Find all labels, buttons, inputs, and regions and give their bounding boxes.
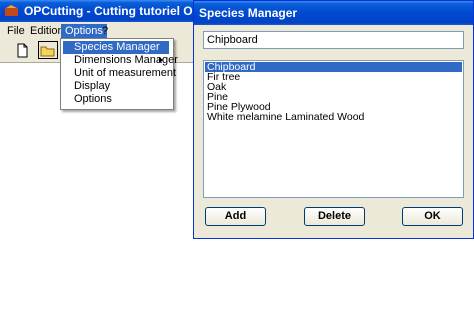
- ok-button[interactable]: OK: [402, 207, 463, 226]
- menu-help[interactable]: ?: [98, 24, 112, 38]
- options-dropdown-menu: Species Manager Dimensions Manager Unit …: [60, 38, 178, 110]
- add-button[interactable]: Add: [205, 207, 266, 226]
- menu-item-label: Display: [74, 80, 111, 92]
- new-file-button[interactable]: [12, 41, 32, 59]
- menu-item-options[interactable]: Options: [63, 93, 169, 106]
- main-title-bar[interactable]: OPCutting - Cutting tutoriel OPCutt: [0, 0, 200, 22]
- menu-item-dimensions-manager[interactable]: Dimensions Manager: [63, 54, 178, 67]
- menu-item-species-manager[interactable]: Species Manager: [63, 41, 169, 54]
- species-manager-dialog: Species Manager Chipboard Fir tree Oak P…: [193, 0, 474, 239]
- main-window-title: OPCutting - Cutting tutoriel OPCutt: [24, 4, 200, 18]
- app-icon: [5, 5, 18, 16]
- species-list-item[interactable]: Chipboard: [205, 62, 462, 72]
- menu-item-display[interactable]: Display: [63, 80, 169, 93]
- species-name-input[interactable]: [203, 31, 464, 49]
- species-list-item[interactable]: White melamine Laminated Wood: [205, 112, 462, 123]
- species-list-item[interactable]: Fir tree: [205, 72, 462, 83]
- menu-item-label: Options: [74, 93, 112, 105]
- menu-file[interactable]: File: [3, 24, 29, 38]
- delete-button[interactable]: Delete: [304, 207, 365, 226]
- menu-item-label: Unit of measurement: [74, 67, 177, 79]
- menu-item-unit-of-measurement[interactable]: Unit of measurement: [63, 67, 176, 80]
- new-file-icon: [17, 43, 28, 58]
- species-list-item[interactable]: Oak: [205, 82, 462, 93]
- open-file-button[interactable]: [38, 41, 58, 59]
- dialog-title-bar[interactable]: Species Manager: [194, 1, 473, 25]
- open-folder-icon: [40, 46, 55, 57]
- menu-item-label: Species Manager: [74, 41, 160, 53]
- dialog-title: Species Manager: [199, 6, 298, 20]
- submenu-arrow-icon: [159, 57, 163, 63]
- species-list[interactable]: Chipboard Fir tree Oak Pine Pine Plywood…: [203, 60, 464, 198]
- desktop-background: [194, 239, 474, 320]
